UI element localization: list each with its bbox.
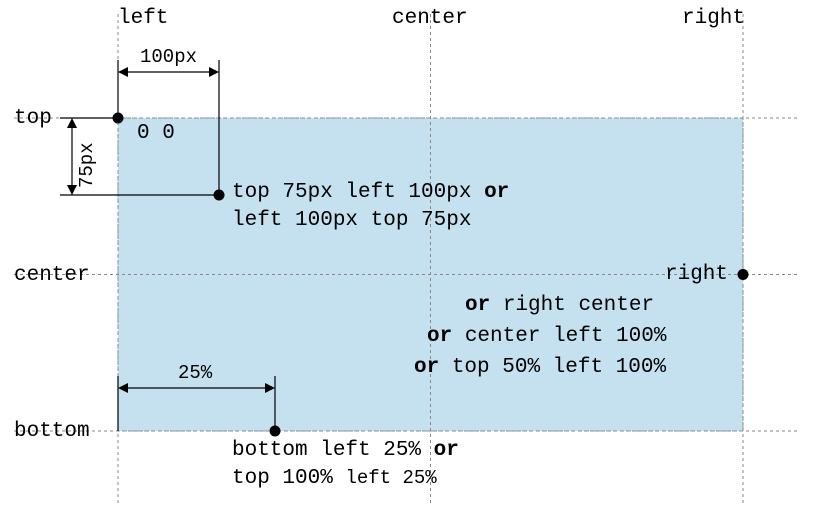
bl-or: or [434, 439, 459, 462]
right-or-3: or [414, 356, 439, 379]
dot-origin [113, 113, 124, 124]
axis-bottom-label: bottom [14, 419, 90, 444]
p1-or: or [484, 181, 509, 204]
origin-label: 0 0 [137, 121, 175, 146]
p1-line2: left 100px top 75px [232, 208, 471, 233]
right-line2: or right center [465, 293, 654, 318]
right-expr-1: right center [503, 294, 654, 317]
bl-expr-a: bottom left 25% [232, 439, 421, 462]
bl-line2: top 100% left 25% [232, 466, 437, 491]
axis-center-label: center [392, 6, 468, 31]
dim-25pc-label: 25% [178, 362, 212, 385]
bl-line1: bottom left 25% or [232, 438, 459, 463]
axis-middle-label: center [14, 263, 90, 288]
dot-75-100 [214, 190, 225, 201]
dim-75px-label: 75px [76, 142, 99, 188]
right-expr-3: top 50% left 100% [452, 356, 666, 379]
right-line3: or center left 100% [427, 324, 666, 349]
right-expr-0: right [665, 263, 728, 286]
right-expr-2: center left 100% [465, 325, 667, 348]
axis-left-label: left [118, 6, 168, 31]
right-or-2: or [427, 325, 452, 348]
p1-expr-a: top 75px left 100px [232, 181, 471, 204]
axis-right-label: right [682, 6, 745, 31]
dot-bottom-left-25 [270, 426, 281, 437]
diagram-root: left center right top center bottom 100p… [0, 0, 815, 519]
dot-right-center [738, 269, 749, 280]
bl-expr-b: top 100% [232, 467, 333, 490]
p1-expr-b: left 100px top 75px [232, 209, 471, 232]
right-line4: or top 50% left 100% [414, 355, 666, 380]
p1-line1: top 75px left 100px or [232, 180, 509, 205]
axis-top-label: top [14, 106, 52, 131]
right-or-1: or [465, 294, 490, 317]
right-line1: right [665, 262, 728, 287]
bl-expr-c: left 25% [345, 467, 436, 489]
dim-100px-label: 100px [140, 46, 197, 69]
